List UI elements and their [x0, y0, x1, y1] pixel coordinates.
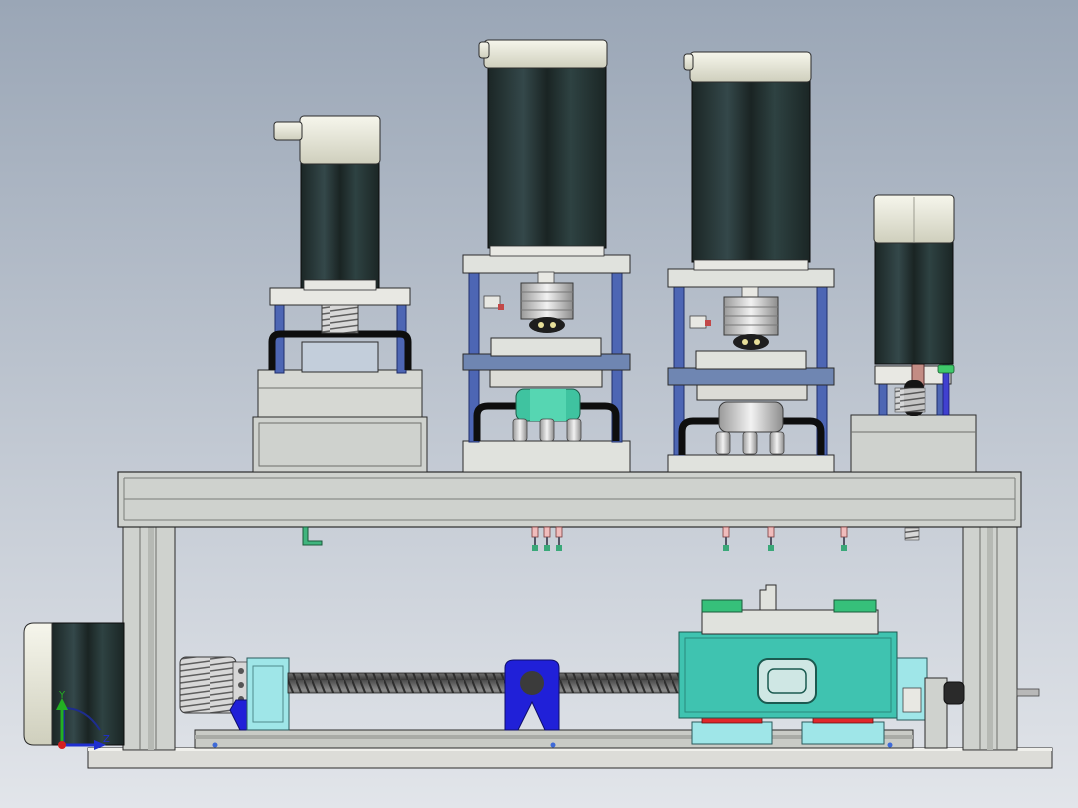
station-2-base-block[interactable]: [462, 440, 631, 473]
station-4-motor[interactable]: [873, 194, 955, 365]
cad-viewport[interactable]: Y Z: [0, 0, 1078, 808]
station-3-base-block[interactable]: [667, 454, 835, 473]
right-support-leg[interactable]: [962, 524, 1018, 751]
station-1-base-block[interactable]: [252, 369, 428, 473]
station-3-metal-hub[interactable]: [715, 401, 785, 455]
axis-z-label: Z: [103, 734, 110, 745]
station-2-green-hub[interactable]: [512, 388, 582, 442]
station-3-motor[interactable]: [683, 51, 812, 271]
spring-screw[interactable]: [904, 527, 920, 541]
axis-y-label: Y: [58, 690, 66, 701]
drive-motor[interactable]: [23, 622, 125, 746]
top-beam[interactable]: [117, 471, 1022, 528]
station-4-base-block[interactable]: [850, 414, 977, 473]
station-1-coupling[interactable]: [321, 304, 359, 334]
left-support-leg[interactable]: [122, 524, 176, 751]
model-canvas[interactable]: Y Z: [0, 0, 1078, 808]
station-2-motor[interactable]: [478, 39, 608, 257]
base-plate[interactable]: [87, 747, 1053, 769]
